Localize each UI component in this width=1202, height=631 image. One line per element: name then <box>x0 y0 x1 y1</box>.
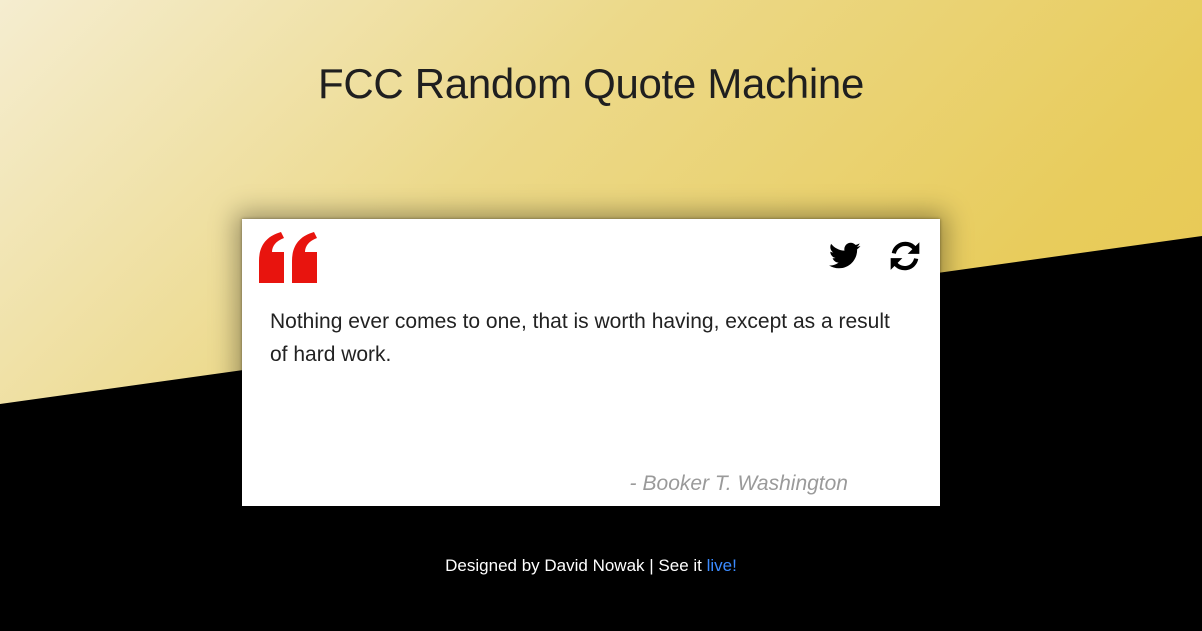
live-link[interactable]: live! <box>707 556 737 575</box>
twitter-icon <box>829 242 861 269</box>
tweet-button[interactable] <box>828 239 862 273</box>
quote-author: - Booker T. Washington <box>630 472 848 496</box>
author-name: Booker T. Washington <box>642 472 848 495</box>
footer-credit: Designed by David Nowak | See it <box>445 556 702 575</box>
new-quote-button[interactable] <box>888 239 922 273</box>
quote-text: Nothing ever comes to one, that is worth… <box>270 310 890 366</box>
author-prefix: - <box>629 472 637 495</box>
footer: Designed by David Nowak | See it live! <box>0 556 1182 576</box>
page-title: FCC Random Quote Machine <box>317 60 865 107</box>
quote-left-icon <box>257 231 321 285</box>
quote-actions <box>828 239 922 273</box>
refresh-icon <box>890 241 920 271</box>
quote-card: Nothing ever comes to one, that is worth… <box>242 219 940 506</box>
